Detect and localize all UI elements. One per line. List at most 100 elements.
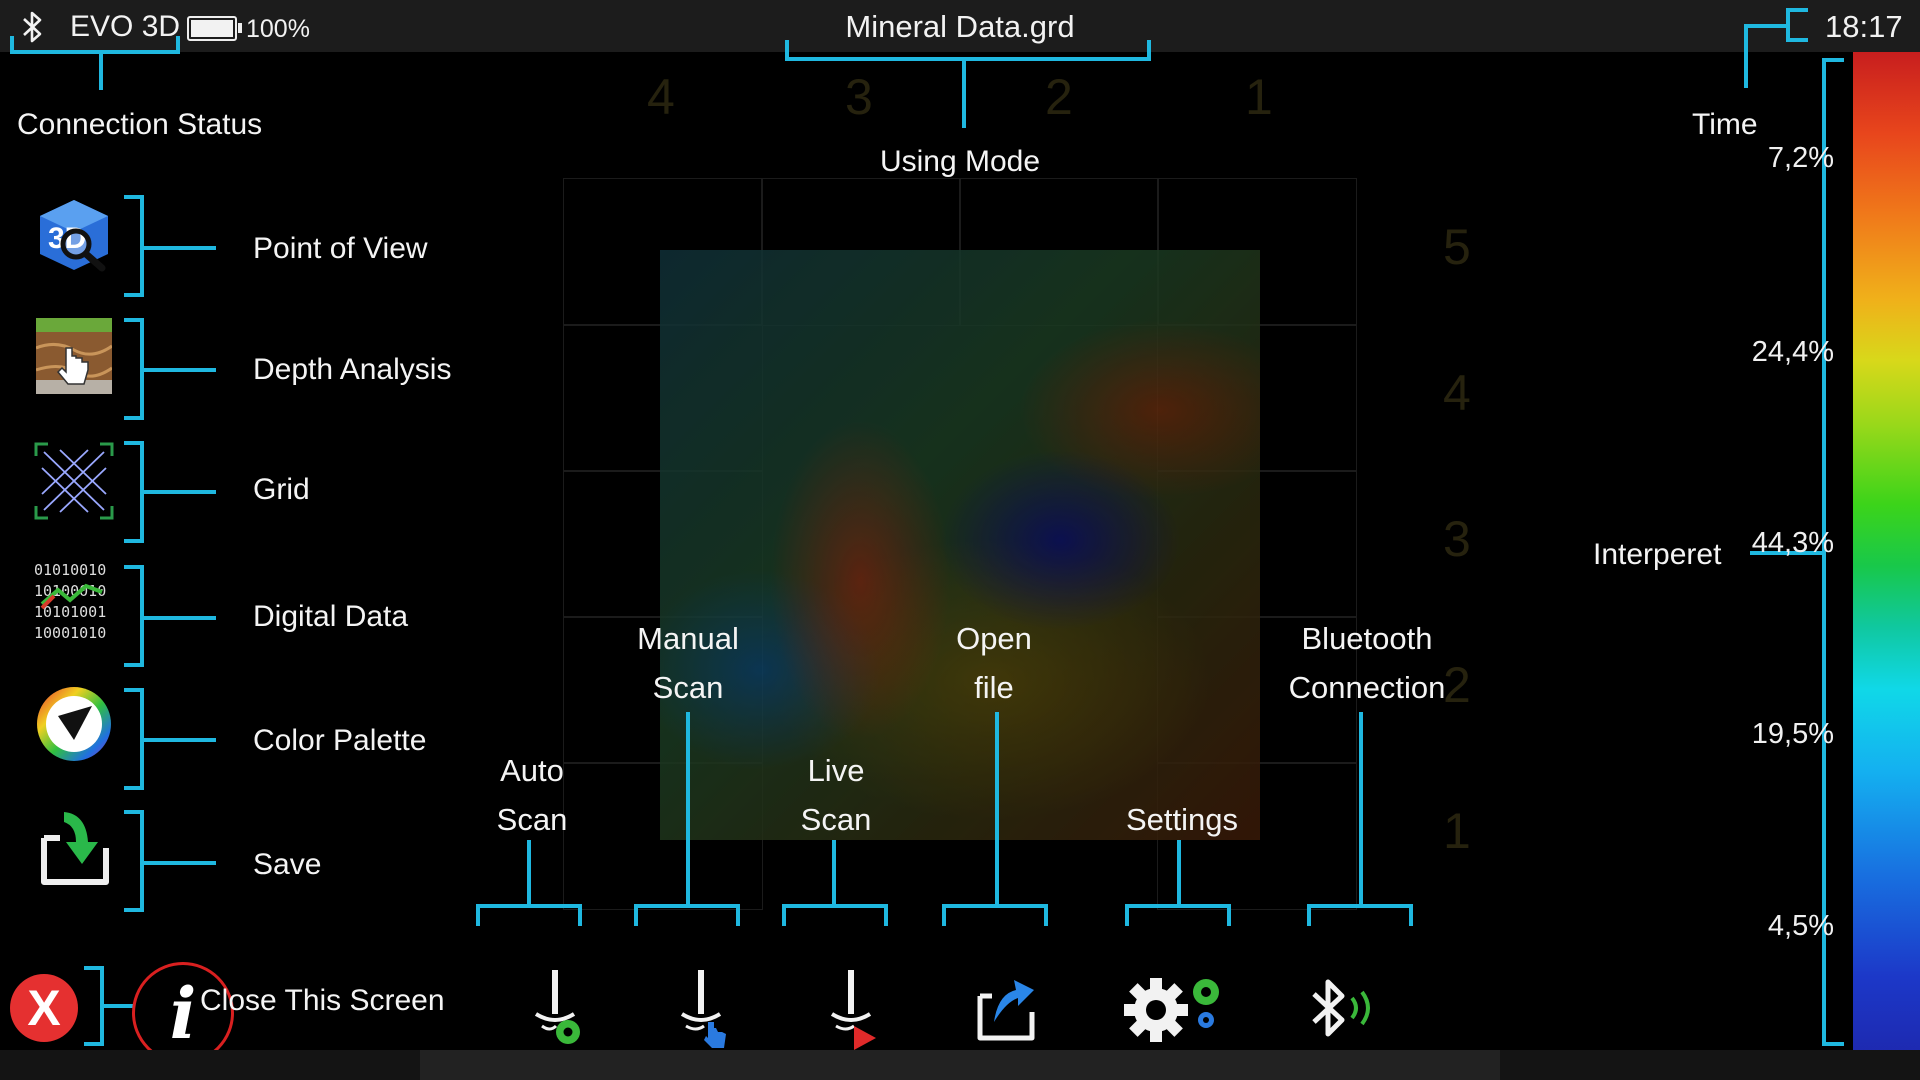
open-file-icon[interactable] — [976, 968, 1038, 1042]
depth-analysis-icon[interactable] — [36, 318, 112, 394]
axis-right-label: 5 — [1443, 219, 1471, 275]
bracket-line — [99, 52, 103, 90]
bracket-line — [1822, 1042, 1844, 1046]
bracket-line — [1786, 8, 1790, 42]
bracket-line — [1177, 840, 1181, 906]
bracket-line — [1125, 904, 1129, 926]
bracket-line — [124, 810, 144, 814]
battery-fill — [191, 20, 233, 37]
close-button[interactable]: X — [10, 974, 78, 1042]
live-scan-icon[interactable] — [824, 968, 884, 1050]
bluetooth-connection-icon[interactable] — [1306, 974, 1384, 1046]
depth-analysis-label: Depth Analysis — [253, 353, 452, 386]
bracket-line — [144, 738, 216, 742]
heatmap-view[interactable] — [660, 250, 1260, 840]
digital-data-icon[interactable]: 01010010 10100010 10101001 10001010 — [34, 560, 118, 646]
bracket-line — [176, 36, 180, 54]
axis-top-label: 4 — [647, 69, 675, 125]
bracket-line — [782, 904, 786, 926]
bracket-line — [124, 195, 144, 199]
bottom-rail — [420, 1050, 1500, 1080]
interpret-label: Interperet — [1593, 538, 1722, 571]
bracket-line — [124, 318, 144, 322]
axis-top-label: 3 — [845, 69, 873, 125]
bracket-line — [1822, 58, 1844, 62]
bracket-line — [124, 663, 144, 667]
bracket-line — [962, 60, 966, 128]
using-mode-label: Using Mode — [879, 145, 1041, 178]
bracket-line — [942, 904, 946, 926]
bracket-line — [1744, 24, 1790, 28]
manual-scan-icon[interactable] — [676, 968, 736, 1050]
bracket-line — [527, 840, 531, 906]
time-label: Time — [1692, 108, 1758, 141]
bracket-line — [1409, 904, 1413, 926]
clock-time: 18:17 — [1825, 9, 1903, 44]
bracket-line — [686, 712, 690, 906]
bracket-line — [124, 786, 144, 790]
color-scale-bar — [1853, 52, 1920, 1080]
bluetooth-connection-label: Bluetooth Connection — [1288, 621, 1446, 705]
close-screen-label: Close This Screen — [200, 984, 445, 1017]
bracket-line — [144, 490, 216, 494]
bracket-line — [144, 861, 216, 865]
bracket-line — [1125, 904, 1231, 908]
bracket-line — [634, 904, 638, 926]
bracket-line — [124, 908, 144, 912]
bracket-line — [942, 904, 1048, 908]
save-label: Save — [253, 848, 322, 881]
bracket-line — [884, 904, 888, 926]
axis-right-label: 1 — [1443, 803, 1471, 859]
live-scan-label: Live Scan — [800, 753, 872, 837]
connection-status-label: Connection Status — [17, 108, 263, 141]
bracket-line — [736, 904, 740, 926]
bracket-line — [1786, 8, 1808, 12]
color-palette-label: Color Palette — [253, 724, 427, 757]
color-palette-icon[interactable] — [34, 684, 114, 764]
grid-icon[interactable] — [34, 442, 114, 520]
bracket-line — [1044, 904, 1048, 926]
bracket-line — [1147, 40, 1151, 60]
axis-right-label: 4 — [1443, 365, 1471, 421]
bracket-line — [144, 616, 216, 620]
auto-scan-label: Auto Scan — [496, 753, 568, 837]
bracket-line — [476, 904, 480, 926]
bracket-line — [10, 50, 180, 54]
digital-data-line: 01010010 — [34, 561, 107, 579]
settings-icon[interactable] — [1124, 974, 1224, 1044]
bracket-line — [124, 441, 144, 445]
save-icon[interactable] — [38, 808, 112, 886]
point-of-view-label: Point of View — [253, 232, 428, 265]
3d-view-icon[interactable]: 3D — [34, 196, 114, 274]
file-name: Mineral Data.grd — [845, 9, 1075, 44]
bracket-line — [1227, 904, 1231, 926]
bracket-line — [995, 712, 999, 906]
bracket-line — [634, 904, 740, 908]
scale-label: 7,2% — [1767, 142, 1834, 174]
scale-label: 44,3% — [1751, 527, 1834, 559]
bracket-line — [1359, 712, 1363, 906]
scale-label: 4,5% — [1767, 910, 1834, 942]
bracket-line — [124, 293, 144, 297]
bracket-line — [785, 57, 1151, 61]
axis-top-label: 1 — [1245, 69, 1273, 125]
bracket-line — [1307, 904, 1311, 926]
bracket-line — [144, 368, 216, 372]
bracket-line — [84, 966, 104, 970]
auto-scan-icon[interactable] — [526, 968, 586, 1050]
digital-data-line: 10001010 — [34, 624, 107, 642]
bracket-line — [104, 1004, 134, 1008]
bracket-line — [1307, 904, 1413, 908]
bracket-line — [84, 1042, 104, 1046]
battery-icon — [187, 16, 242, 41]
axis-right-label: 3 — [1443, 511, 1471, 567]
bracket-line — [124, 416, 144, 420]
bracket-line — [124, 565, 144, 569]
grid-label: Grid — [253, 473, 310, 506]
bluetooth-status-icon — [23, 11, 42, 43]
bracket-line — [782, 904, 888, 908]
scale-label: 24,4% — [1751, 336, 1834, 368]
manual-scan-label: Manual Scan — [637, 621, 739, 705]
axis-top-label: 2 — [1045, 69, 1073, 125]
battery-percent: 100% — [246, 15, 310, 43]
